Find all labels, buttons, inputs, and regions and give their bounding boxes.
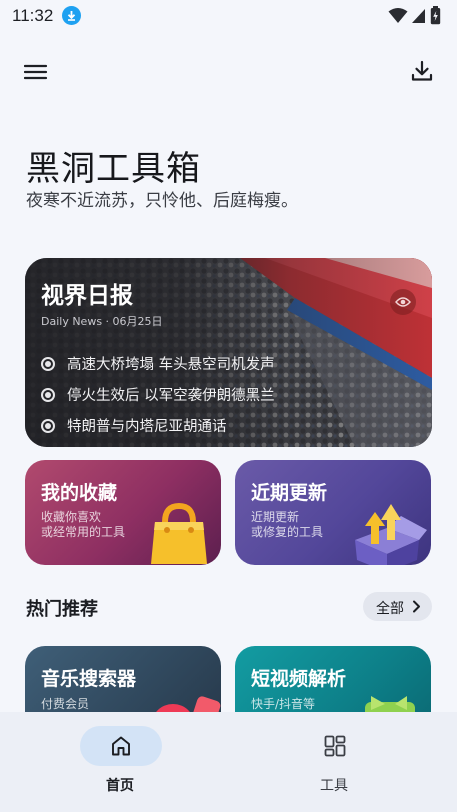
view-all-label: 全部 bbox=[376, 601, 404, 617]
section-title: 热门推荐 bbox=[26, 599, 98, 620]
news-title: 视界日报 bbox=[41, 283, 133, 309]
favorites-desc: 收藏你喜欢 或经常用的工具 bbox=[41, 510, 125, 540]
updates-desc-line: 或修复的工具 bbox=[251, 525, 324, 539]
nav-home-label: 首页 bbox=[106, 778, 134, 794]
recent-updates-card[interactable]: 近期更新 近期更新 或修复的工具 bbox=[235, 460, 431, 565]
favorites-title: 我的收藏 bbox=[41, 482, 118, 504]
updates-title: 近期更新 bbox=[251, 482, 328, 504]
updates-desc: 近期更新 或修复的工具 bbox=[251, 510, 323, 540]
app-subtitle: 夜寒不近流苏，只怜他、后庭梅瘦。 bbox=[26, 191, 298, 211]
news-item[interactable]: 特朗普与内塔尼亚胡通话 bbox=[41, 410, 275, 441]
signal-icon bbox=[412, 8, 425, 23]
nav-tools-label: 工具 bbox=[320, 778, 348, 794]
music-search-desc: 付费会员 bbox=[41, 697, 90, 711]
chevron-right-icon bbox=[413, 600, 420, 613]
upgrade-box-icon bbox=[355, 504, 427, 565]
favorites-card[interactable]: 我的收藏 收藏你喜欢 或经常用的工具 bbox=[25, 460, 221, 565]
status-icons bbox=[388, 6, 441, 25]
app-screen: 11:32 黑洞工具箱 夜寒不近流苏，只怜他、后庭梅瘦。 视界日报 Daily … bbox=[0, 0, 457, 812]
music-search-title: 音乐搜索器 bbox=[41, 668, 137, 690]
video-parse-desc: 快手/抖音等 bbox=[251, 697, 316, 711]
eye-icon[interactable] bbox=[390, 289, 416, 315]
video-parse-title: 短视频解析 bbox=[251, 668, 347, 690]
nav-home[interactable]: 首页 bbox=[80, 726, 162, 796]
news-item-text: 高速大桥垮塌 车头悬空司机发声 bbox=[67, 357, 275, 373]
bullet-icon bbox=[41, 387, 55, 402]
bottom-navigation: 首页 工具 bbox=[0, 712, 457, 812]
grid-tools-icon bbox=[324, 735, 346, 757]
news-item[interactable]: 高速大桥垮塌 车头悬空司机发声 bbox=[41, 348, 275, 379]
news-date: Daily News · 06月25日 bbox=[41, 315, 163, 328]
app-title: 黑洞工具箱 bbox=[26, 149, 201, 189]
daily-news-card[interactable]: 视界日报 Daily News · 06月25日 高速大桥垮塌 车头悬空司机发声… bbox=[25, 258, 432, 447]
download-badge-icon bbox=[62, 6, 81, 25]
wifi-icon bbox=[388, 7, 408, 23]
bullet-icon bbox=[41, 418, 55, 433]
news-list: 高速大桥垮塌 车头悬空司机发声 停火生效后 以军空袭伊朗德黑兰 特朗普与内塔尼亚… bbox=[41, 348, 275, 441]
view-all-button[interactable]: 全部 bbox=[363, 592, 432, 621]
status-bar: 11:32 bbox=[0, 0, 457, 32]
home-icon bbox=[112, 736, 130, 756]
news-item-text: 特朗普与内塔尼亚胡通话 bbox=[67, 419, 227, 435]
download-icon[interactable] bbox=[410, 59, 434, 83]
favorites-desc-line: 或经常用的工具 bbox=[41, 525, 126, 539]
news-item-text: 停火生效后 以军空袭伊朗德黑兰 bbox=[67, 388, 275, 404]
battery-icon bbox=[430, 6, 441, 25]
favorites-desc-line: 收藏你喜欢 bbox=[41, 510, 102, 524]
hamburger-menu-icon[interactable] bbox=[24, 60, 48, 84]
news-item[interactable]: 停火生效后 以军空袭伊朗德黑兰 bbox=[41, 379, 275, 410]
status-time: 11:32 bbox=[12, 6, 54, 25]
shopping-bag-icon bbox=[151, 502, 207, 564]
bullet-icon bbox=[41, 356, 55, 371]
updates-desc-line: 近期更新 bbox=[251, 510, 300, 524]
nav-tools[interactable]: 工具 bbox=[294, 726, 376, 796]
